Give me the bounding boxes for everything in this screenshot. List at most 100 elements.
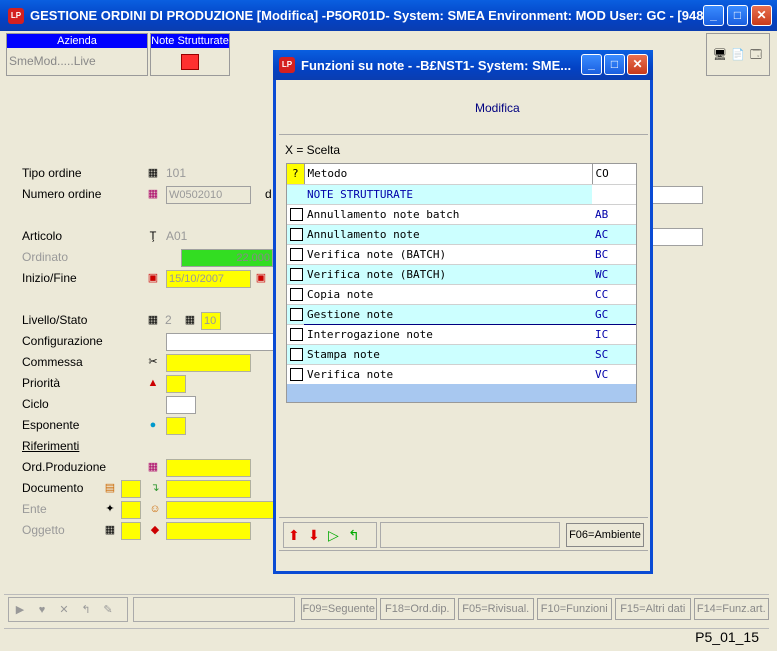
- row-checkbox[interactable]: [290, 227, 303, 241]
- livello-icon[interactable]: ▦: [146, 313, 160, 327]
- esponente-field[interactable]: [166, 417, 186, 435]
- row-co: AB: [592, 204, 636, 225]
- row-checkbox[interactable]: [290, 207, 303, 221]
- table-header-row: ? Metodo CO: [287, 164, 636, 185]
- row-checkbox[interactable]: [290, 327, 303, 341]
- table-footer: [287, 384, 636, 402]
- play-icon[interactable]: ▶: [13, 603, 27, 617]
- documento-label: Documento: [22, 481, 84, 495]
- note-flag-icon[interactable]: [181, 54, 199, 70]
- note-header: Note Strutturate: [151, 34, 229, 48]
- function-button[interactable]: F09=Seguente: [301, 598, 377, 620]
- row-co: IC: [592, 324, 636, 345]
- documento-field[interactable]: [166, 480, 251, 498]
- table-row[interactable]: Annullamento note batch AB: [287, 204, 636, 225]
- row-checkbox[interactable]: [290, 287, 303, 301]
- calendar-icon[interactable]: ▣: [146, 271, 160, 285]
- documento-type-field[interactable]: [121, 480, 141, 498]
- return-icon[interactable]: ↰: [348, 527, 360, 544]
- maximize-button[interactable]: □: [727, 5, 748, 26]
- document-icon[interactable]: 📄: [731, 48, 745, 62]
- configurazione-field[interactable]: [166, 333, 274, 351]
- note-box: Note Strutturate: [150, 33, 230, 76]
- function-button[interactable]: F15=Altri dati: [615, 598, 691, 620]
- ente-type-field[interactable]: [121, 501, 141, 519]
- ord-produzione-field[interactable]: [166, 459, 251, 477]
- up-arrow-icon[interactable]: ⬆: [288, 527, 300, 544]
- row-co: BC: [592, 244, 636, 265]
- commessa-field[interactable]: [166, 354, 251, 372]
- ordinato-field[interactable]: 22.000: [181, 249, 273, 267]
- right-field-1[interactable]: [651, 186, 703, 204]
- function-button[interactable]: F10=Funzioni: [536, 598, 612, 620]
- right-field-2[interactable]: [651, 228, 703, 246]
- inizio-field[interactable]: 15/10/2007: [166, 270, 251, 288]
- numero-ordine-label: Numero ordine: [22, 187, 102, 201]
- oggetto-shapes-icon[interactable]: ◆: [148, 523, 162, 537]
- down-arrow-icon[interactable]: ⬇: [308, 527, 320, 544]
- row-co: CC: [592, 284, 636, 305]
- methods-table: ? Metodo CO NOTE STRUTTURATE Annullament…: [286, 163, 637, 403]
- heart-icon[interactable]: ♥: [35, 603, 49, 617]
- dialog-close-button[interactable]: ✕: [627, 54, 648, 75]
- documento-arrow-icon[interactable]: ↴: [148, 481, 162, 495]
- documento-icon[interactable]: ▤: [103, 481, 117, 495]
- table-row[interactable]: Copia note CC: [287, 284, 636, 305]
- stato-icon[interactable]: ▦: [183, 313, 197, 327]
- window-icon[interactable]: 🗔: [749, 48, 763, 62]
- row-metodo: Verifica note (BATCH): [304, 264, 592, 285]
- oggetto-type-field[interactable]: [121, 522, 141, 540]
- dialog-minimize-button[interactable]: _: [581, 54, 602, 75]
- priorita-field[interactable]: [166, 375, 186, 393]
- articolo-icon: Ţ: [149, 230, 157, 242]
- numero-ordine-field[interactable]: W0502010: [166, 186, 251, 204]
- ente-person-icon[interactable]: ☺: [148, 502, 162, 516]
- row-checkbox[interactable]: [290, 247, 303, 261]
- dialog-mode: Modifica: [475, 101, 520, 115]
- table-row[interactable]: Stampa note SC: [287, 344, 636, 365]
- app-icon: LP: [8, 8, 24, 24]
- commessa-label: Commessa: [22, 355, 83, 369]
- ciclo-field[interactable]: [166, 396, 196, 414]
- row-checkbox[interactable]: [290, 367, 303, 381]
- table-row[interactable]: Gestione note GC: [287, 303, 636, 325]
- ente-field[interactable]: [166, 501, 274, 519]
- row-checkbox[interactable]: [290, 307, 303, 321]
- esponente-icon[interactable]: ●: [146, 418, 160, 432]
- close-button[interactable]: ✕: [751, 5, 772, 26]
- calendar-end-icon[interactable]: ▣: [254, 271, 268, 285]
- co-header[interactable]: CO: [591, 164, 636, 185]
- row-checkbox[interactable]: [290, 267, 303, 281]
- grid-icon[interactable]: ▦: [146, 187, 160, 201]
- function-button[interactable]: F18=Ord.dip.: [379, 598, 455, 620]
- dialog-status: [279, 555, 648, 569]
- ord-produzione-icon[interactable]: ▦: [146, 460, 160, 474]
- table-row[interactable]: Verifica note VC: [287, 364, 636, 385]
- priority-icon[interactable]: ▲: [146, 376, 160, 390]
- oggetto-icon[interactable]: ▦: [103, 523, 117, 537]
- ente-icon[interactable]: ✦: [103, 502, 117, 516]
- metodo-header[interactable]: Metodo: [303, 164, 592, 185]
- return-icon[interactable]: ↰: [79, 603, 93, 617]
- group-row: NOTE STRUTTURATE: [287, 184, 636, 205]
- tool-icon[interactable]: ✎: [101, 603, 115, 617]
- status-bar: P5_01_15: [4, 628, 769, 648]
- table-row[interactable]: Verifica note (BATCH) WC: [287, 264, 636, 285]
- play-icon[interactable]: ▷: [328, 527, 339, 544]
- function-button[interactable]: F14=Funz.art.: [693, 598, 769, 620]
- cancel-icon[interactable]: ✕: [57, 603, 71, 617]
- stato-field[interactable]: 10: [201, 312, 221, 330]
- row-checkbox[interactable]: [290, 347, 303, 361]
- row-co: VC: [592, 364, 636, 385]
- function-button[interactable]: F05=Rivisual.: [458, 598, 534, 620]
- dialog-maximize-button[interactable]: □: [604, 54, 625, 75]
- table-row[interactable]: Verifica note (BATCH) BC: [287, 244, 636, 265]
- table-row[interactable]: Annullamento note AC: [287, 224, 636, 245]
- commessa-icon[interactable]: ✂: [146, 355, 160, 369]
- f06-ambiente-button[interactable]: F06=Ambiente: [566, 523, 644, 547]
- monitor-icon[interactable]: 🖥: [713, 48, 727, 62]
- question-header[interactable]: ?: [287, 164, 304, 185]
- oggetto-field[interactable]: [166, 522, 251, 540]
- table-row[interactable]: Interrogazione note IC: [287, 324, 636, 345]
- minimize-button[interactable]: _: [703, 5, 724, 26]
